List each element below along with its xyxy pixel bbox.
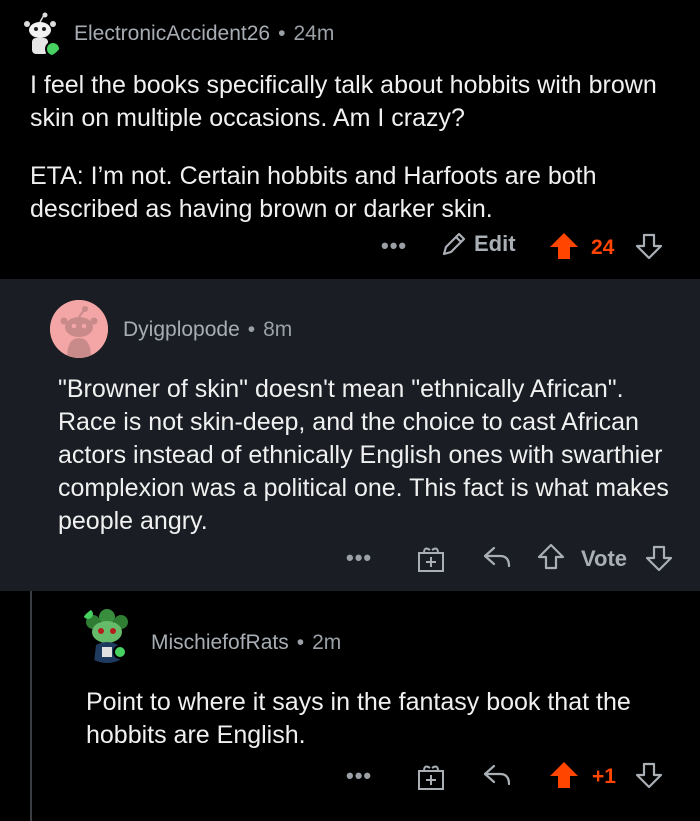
- comment-meta: ElectronicAccident26 • 24m: [74, 22, 334, 46]
- vote-score: +1: [592, 765, 616, 788]
- author-name[interactable]: ElectronicAccident26: [74, 22, 270, 46]
- avatar[interactable]: [78, 605, 136, 663]
- comment-actions: ••• Edit 24: [0, 227, 700, 267]
- edit-button[interactable]: Edit: [440, 230, 516, 258]
- reply-button[interactable]: [482, 762, 512, 790]
- comment-2-highlighted: Dyigplopode • 8m "Browner of skin" doesn…: [0, 279, 700, 591]
- vote-score: 24: [591, 236, 615, 259]
- avatar[interactable]: [50, 300, 108, 358]
- timestamp: 2m: [312, 631, 342, 654]
- upvote-icon: [537, 543, 565, 570]
- downvote-icon: [635, 762, 663, 789]
- gift-award-icon: [418, 547, 444, 572]
- downvote-icon: [635, 233, 663, 260]
- comment-paragraph: I feel the books specifically talk about…: [30, 71, 657, 132]
- comment-actions: ••• Vote: [0, 538, 700, 578]
- comment-1: ElectronicAccident26 • 24m I feel the bo…: [0, 0, 700, 279]
- comment-3: MischiefofRats • 2m Point to where it sa…: [0, 591, 700, 821]
- comment-paragraph: "Browner of skin" doesn't mean "ethnical…: [58, 375, 669, 535]
- downvote-button[interactable]: [635, 761, 663, 789]
- upvote-filled-icon: [550, 762, 578, 788]
- award-button[interactable]: [416, 760, 446, 792]
- more-options-button[interactable]: •••: [346, 763, 372, 789]
- timestamp: 24m: [293, 22, 335, 45]
- separator-dot: •: [296, 631, 305, 654]
- avatar[interactable]: [18, 12, 64, 58]
- more-options-button[interactable]: •••: [346, 545, 372, 571]
- comment-meta: MischiefofRats • 2m: [151, 631, 341, 655]
- upvote-button[interactable]: [548, 759, 580, 791]
- timestamp: 8m: [263, 318, 293, 341]
- upvote-button[interactable]: [537, 543, 565, 571]
- downvote-button[interactable]: [645, 544, 673, 572]
- vote-label: Vote: [581, 546, 628, 571]
- upvote-filled-icon: [550, 233, 578, 259]
- separator-dot: •: [247, 318, 256, 341]
- comment-paragraph: Point to where it says in the fantasy bo…: [86, 688, 631, 749]
- reply-arrow-icon: [483, 764, 511, 786]
- pencil-icon: [442, 232, 466, 256]
- author-name[interactable]: Dyigplopode: [123, 318, 240, 342]
- edit-label: Edit: [474, 231, 516, 256]
- more-options-button[interactable]: •••: [381, 233, 407, 259]
- snoo-avatar-icon: [78, 605, 136, 663]
- default-snoo-avatar-icon: [50, 300, 108, 358]
- comment-actions: ••• +1: [0, 756, 700, 796]
- comment-paragraph: ETA: I’m not. Certain hobbits and Harfoo…: [30, 162, 597, 223]
- downvote-icon: [645, 545, 673, 572]
- comment-body: Point to where it says in the fantasy bo…: [86, 686, 676, 752]
- gift-award-icon: [418, 765, 444, 790]
- separator-dot: •: [278, 22, 286, 45]
- comment-meta: Dyigplopode • 8m: [123, 318, 292, 342]
- reply-button[interactable]: [482, 544, 512, 572]
- upvote-button[interactable]: [548, 230, 580, 262]
- comment-body: I feel the books specifically talk about…: [30, 69, 680, 226]
- award-button[interactable]: [416, 542, 446, 574]
- snoo-avatar-icon: [18, 12, 64, 58]
- comment-body: "Browner of skin" doesn't mean "ethnical…: [58, 373, 678, 538]
- author-name[interactable]: MischiefofRats: [151, 631, 289, 655]
- downvote-button[interactable]: [635, 232, 663, 260]
- reply-arrow-icon: [483, 546, 511, 568]
